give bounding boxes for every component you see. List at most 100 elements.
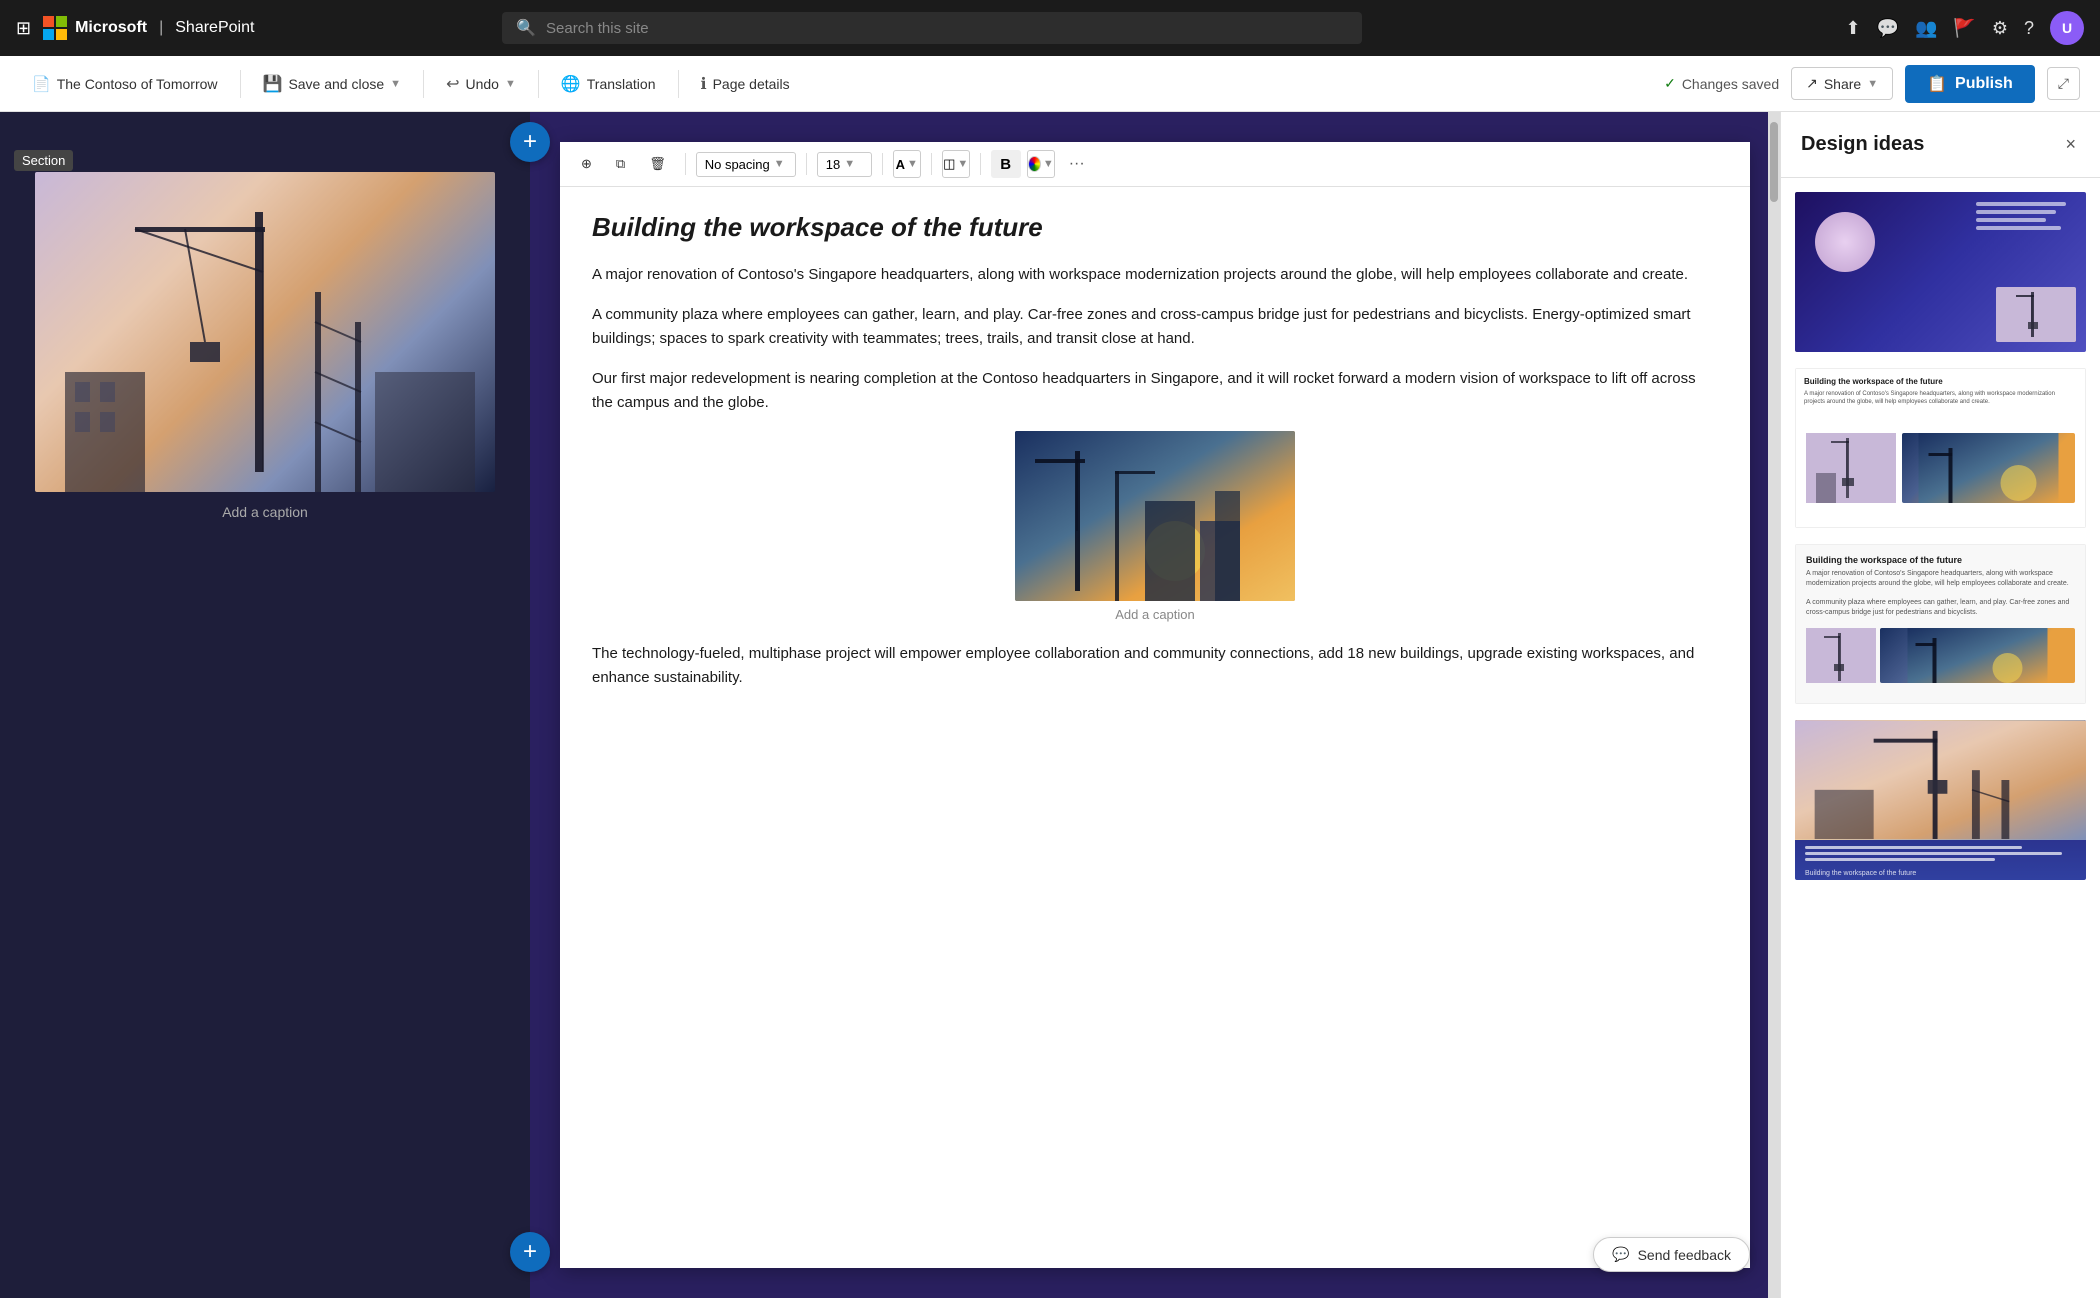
upload-icon[interactable]: ⬆ — [1845, 18, 1860, 39]
color-circle-chevron: ▼ — [1043, 158, 1054, 170]
info-icon: ℹ — [701, 74, 707, 94]
color-circle-button[interactable]: ▼ — [1027, 150, 1055, 178]
article-para3: Our first major redevelopment is nearing… — [592, 367, 1718, 415]
ms-logo[interactable]: Microsoft | SharePoint — [43, 16, 254, 40]
toolbar-sep-2 — [423, 70, 424, 98]
di2-images — [1796, 423, 2085, 513]
add-section-top-button[interactable]: + — [510, 122, 550, 162]
translation-icon: 🌐 — [561, 74, 581, 94]
di4-caption: Building the workspace of the future — [1795, 870, 2086, 880]
search-icon: 🔍 — [516, 18, 536, 38]
article-body[interactable]: A major renovation of Contoso's Singapor… — [592, 263, 1718, 690]
page-details-button[interactable]: ℹ Page details — [689, 68, 802, 100]
search-input[interactable] — [546, 20, 1348, 37]
fontsize-chevron: ▼ — [844, 158, 855, 170]
design-idea-card-4[interactable]: Building the workspace of the future — [1793, 718, 2088, 882]
editor-toolbar: ⊕ ⧉ 🗑 No spacing ▼ 18 ▼ — [560, 142, 1750, 187]
page-title-label: The Contoso of Tomorrow — [57, 76, 218, 92]
di2-img1-svg — [1806, 433, 1896, 503]
design-idea-thumb-3: Building the workspace of the future A m… — [1795, 544, 2086, 704]
canvas-area: Section + — [0, 112, 1780, 1298]
font-color-a: A — [896, 157, 905, 172]
font-color-button[interactable]: A ▼ — [893, 150, 921, 178]
undo-button[interactable]: ↩ Undo ▼ — [434, 68, 528, 100]
design-ideas-panel: Design ideas × — [1780, 112, 2100, 1298]
toolbar-sep-4 — [678, 70, 679, 98]
inline-caption[interactable]: Add a caption — [592, 605, 1718, 626]
di2-img2 — [1902, 433, 2075, 503]
editor-toolbar-sep3 — [882, 153, 883, 175]
people-icon[interactable]: 👥 — [1915, 18, 1937, 39]
design-idea-thumb-4: Building the workspace of the future — [1795, 720, 2086, 880]
design-idea-card-2[interactable]: Building the workspace of the future A m… — [1793, 366, 2088, 530]
nav-icons: ⬆ 💬 👥 🚩 ⚙ ? U — [1845, 11, 2084, 45]
style-dropdown[interactable]: No spacing ▼ — [696, 152, 796, 177]
di4-img — [1795, 720, 2086, 840]
font-color-chevron: ▼ — [907, 158, 918, 170]
save-chevron: ▼ — [390, 78, 401, 90]
design-idea-card-1[interactable] — [1793, 190, 2088, 354]
editor-content[interactable]: Building the workspace of the future A m… — [560, 187, 1750, 1268]
top-navigation: ⊞ Microsoft | SharePoint 🔍 ⬆ 💬 👥 🚩 ⚙ ? U — [0, 0, 2100, 56]
search-box[interactable]: 🔍 — [502, 12, 1362, 44]
crane-svg — [35, 172, 495, 492]
grid-icon[interactable]: ⊞ — [16, 18, 31, 39]
di1-circle — [1815, 212, 1875, 272]
undo-icon: ↩ — [446, 74, 459, 94]
sidebar-header: Design ideas × — [1781, 112, 2100, 178]
publish-icon: 📋 — [1927, 74, 1947, 94]
font-size-dropdown[interactable]: 18 ▼ — [817, 152, 872, 177]
move-tool-button[interactable]: ⊕ — [572, 151, 601, 177]
bold-button[interactable]: B — [991, 150, 1021, 178]
left-panel: Add a caption — [0, 112, 530, 1298]
sidebar-close-button[interactable]: × — [2061, 130, 2080, 159]
canvas-scrollbar[interactable] — [1768, 112, 1780, 1298]
design-idea-thumb-1 — [1795, 192, 2086, 352]
di3-img1-svg — [1806, 628, 1876, 683]
copy-button[interactable]: ⧉ — [607, 151, 634, 177]
style-chevron: ▼ — [774, 158, 785, 170]
share-button[interactable]: ↗ Share ▼ — [1791, 67, 1893, 100]
help-icon[interactable]: ? — [2024, 18, 2034, 39]
right-panel: ⊕ ⧉ 🗑 No spacing ▼ 18 ▼ — [530, 112, 1780, 1298]
publish-button[interactable]: 📋 Publish — [1905, 65, 2035, 103]
article-para2: A community plaza where employees can ga… — [592, 303, 1718, 351]
settings-icon[interactable]: ⚙ — [1992, 18, 2008, 39]
inline-image-svg — [1015, 431, 1295, 601]
check-icon: ✓ — [1664, 75, 1676, 92]
ms-logo-product: SharePoint — [175, 19, 254, 37]
design-idea-card-3[interactable]: Building the workspace of the future A m… — [1793, 542, 2088, 706]
di1-text-lines — [1976, 202, 2076, 234]
left-image-container — [35, 172, 495, 492]
di3-content: Building the workspace of the future A m… — [1796, 545, 2085, 628]
highlight-button[interactable]: ◫ ▼ — [942, 150, 970, 178]
undo-chevron: ▼ — [505, 78, 516, 90]
page-title-item[interactable]: 📄 The Contoso of Tomorrow — [20, 69, 230, 99]
collapse-button[interactable]: ⤢ — [2047, 67, 2080, 100]
share-icon: ↗ — [1806, 75, 1818, 92]
avatar[interactable]: U — [2050, 11, 2084, 45]
section-label: Section — [14, 150, 73, 171]
text-editor: ⊕ ⧉ 🗑 No spacing ▼ 18 ▼ — [560, 142, 1750, 1268]
editor-toolbar-sep1 — [685, 153, 686, 175]
chat-icon[interactable]: 💬 — [1877, 18, 1899, 39]
ms-logo-squares — [43, 16, 67, 40]
inline-construction-image — [1015, 431, 1295, 601]
more-options-button[interactable]: ··· — [1061, 151, 1093, 177]
send-feedback-button[interactable]: 💬 Send feedback — [1593, 1237, 1750, 1272]
di3-img2 — [1880, 628, 2075, 683]
di3-text: A major renovation of Contoso's Singapor… — [1806, 569, 2075, 618]
inline-image-container: Add a caption — [592, 431, 1718, 626]
add-section-bottom-button[interactable]: + — [510, 1232, 550, 1272]
scrollbar-thumb[interactable] — [1770, 122, 1778, 202]
delete-button[interactable]: 🗑 — [640, 151, 675, 177]
page-layout: Add a caption ⊕ ⧉ 🗑 No spacing — [0, 112, 1780, 1298]
design-ideas-grid: Building the workspace of the future A m… — [1781, 178, 2100, 1298]
toolbar-right: ✓ Changes saved ↗ Share ▼ 📋 Publish ⤢ — [1664, 65, 2080, 103]
design-idea-thumb-2: Building the workspace of the future A m… — [1795, 368, 2086, 528]
flag-icon[interactable]: 🚩 — [1953, 18, 1975, 39]
di3-images — [1796, 628, 2085, 693]
left-image-caption[interactable]: Add a caption — [0, 504, 530, 520]
save-close-button[interactable]: 💾 Save and close ▼ — [251, 68, 414, 100]
translation-button[interactable]: 🌐 Translation — [549, 68, 668, 100]
